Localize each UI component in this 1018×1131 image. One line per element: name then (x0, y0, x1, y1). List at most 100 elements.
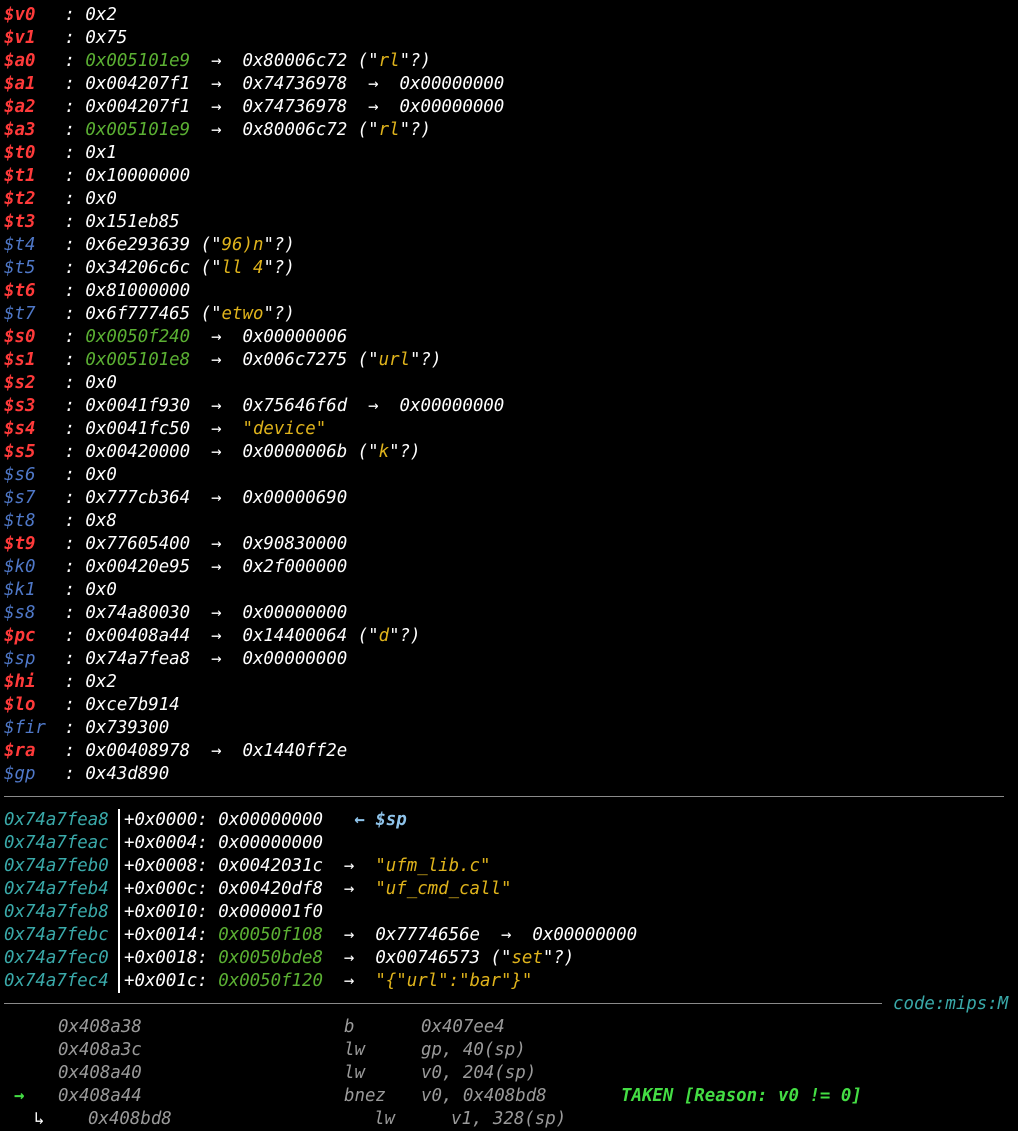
deref-value: 0x00000000 (399, 74, 505, 94)
register-name: $lo (4, 695, 36, 715)
instruction-address: 0x408a3c (58, 1040, 142, 1060)
register-value: 0x0041fc50 (85, 419, 191, 439)
deref-value: 0x00000000 (399, 396, 505, 416)
deref-arrow-icon: → (190, 741, 243, 761)
register-name: $s4 (4, 419, 36, 439)
register-value: 0x77605400 (85, 534, 191, 554)
deref-arrow-icon: → (190, 327, 243, 347)
deref-value: "device" (242, 419, 327, 439)
deref-arrow-icon: → (322, 925, 376, 945)
register-value: 0x739300 (85, 718, 170, 738)
string-preview: 96)n (221, 235, 264, 255)
stack-separator (4, 796, 1004, 797)
stack-offset: +0x001c: (124, 971, 208, 991)
string-preview: etwo (221, 304, 264, 324)
deref-arrow-icon: → (322, 971, 376, 991)
stack-offset: +0x0000: (124, 810, 208, 830)
register-name: $t2 (4, 189, 36, 209)
register-row: $gp : 0x43d890 (4, 764, 170, 784)
register-name: $s3 (4, 396, 36, 416)
deref-value: 0x0000006b (242, 442, 348, 462)
register-row: $a0 : 0x005101e9 → 0x80006c72 ("rl"?) (4, 51, 431, 71)
deref-arrow-icon: → (190, 488, 243, 508)
register-name: $sp (4, 649, 36, 669)
register-value: 0x00420000 (85, 442, 191, 462)
register-name: $s0 (4, 327, 36, 347)
stack-value: 0x0050f108 (218, 925, 323, 945)
register-row: $pc : 0x00408a44 → 0x14400064 ("d"?) (4, 626, 421, 646)
deref-value: 0x75646f6d (242, 396, 348, 416)
string-preview: rl (378, 51, 400, 71)
deref-value: 0x80006c72 (242, 120, 348, 140)
instruction-mnemonic: bnez (344, 1086, 386, 1106)
stack-value: 0x00000000 (218, 810, 323, 830)
register-name: $pc (4, 626, 36, 646)
instruction-mnemonic: lw (344, 1063, 365, 1083)
register-value: 0x777cb364 (85, 488, 191, 508)
register-name: $t9 (4, 534, 36, 554)
deref-value: 0x00000000 (532, 925, 638, 945)
stack-row: 0x74a7feb4 +0x000c: 0x00420df8 → "uf_cmd_… (4, 878, 511, 901)
register-name: $s1 (4, 350, 36, 370)
register-row: $a1 : 0x004207f1 → 0x74736978 → 0x000000… (4, 74, 505, 94)
register-value: 0x34206c6c (85, 258, 191, 278)
register-value: 0x75 (85, 28, 128, 48)
register-name: $s8 (4, 603, 36, 623)
register-value: 0x74a7fea8 (85, 649, 191, 669)
deref-value: 0x14400064 (242, 626, 348, 646)
register-row: $s0 : 0x0050f240 → 0x00000006 (4, 327, 348, 347)
stack-offset: +0x0010: (124, 902, 208, 922)
deref-arrow-icon: → (190, 442, 243, 462)
stack-offset: +0x0018: (124, 948, 208, 968)
deref-arrow-icon: → (322, 879, 376, 899)
register-row: $s3 : 0x0041f930 → 0x75646f6d → 0x000000… (4, 396, 505, 416)
deref-arrow-icon: → (190, 97, 243, 117)
register-row: $s2 : 0x0 (4, 373, 117, 393)
register-row: $s4 : 0x0041fc50 → "device" (4, 419, 327, 439)
deref-arrow-icon: → (190, 603, 243, 623)
string-preview: url (378, 350, 411, 370)
string-preview: d (378, 626, 390, 646)
deref-value: 0x1440ff2e (242, 741, 348, 761)
deref-arrow-icon: → (190, 626, 243, 646)
deref-arrow-icon: → (190, 419, 243, 439)
register-value: 0x005101e9 (85, 120, 191, 140)
register-row: $t6 : 0x81000000 (4, 281, 191, 301)
register-row: $k1 : 0x0 (4, 580, 117, 600)
register-value: 0x0 (85, 465, 117, 485)
deref-arrow-icon: → (347, 97, 400, 117)
register-name: $t3 (4, 212, 36, 232)
string-preview: set (511, 948, 543, 968)
register-name: $t7 (4, 304, 36, 324)
register-row: $t0 : 0x1 (4, 143, 117, 163)
register-name: $t1 (4, 166, 36, 186)
register-name: $fir (4, 718, 46, 738)
register-row: $t9 : 0x77605400 → 0x90830000 (4, 534, 348, 554)
instruction-address: 0x408a44 (58, 1086, 142, 1106)
register-value: 0x81000000 (85, 281, 191, 301)
code-context-label: code:mips:M (893, 994, 1009, 1014)
register-value: 0x6f777465 (85, 304, 191, 324)
stack-value: 0x0050f120 (218, 971, 323, 991)
stack-row: 0x74a7feac +0x0004: 0x00000000 (4, 832, 323, 855)
stack-row: 0x74a7fec4 +0x001c: 0x0050f120 → "{"url":… (4, 970, 532, 993)
deref-value: 0x7774656e (375, 925, 481, 945)
stack-address: 0x74a7fec4 (4, 971, 109, 991)
register-value: 0x004207f1 (85, 97, 191, 117)
stack-row: 0x74a7febc +0x0014: 0x0050f108 → 0x777465… (4, 924, 637, 947)
register-name: $k1 (4, 580, 36, 600)
register-row: $s5 : 0x00420000 → 0x0000006b ("k"?) (4, 442, 421, 462)
register-name: $gp (4, 764, 36, 784)
register-value: 0x151eb85 (85, 212, 180, 232)
deref-arrow-icon: → (322, 856, 376, 876)
deref-value: 0x00000690 (242, 488, 348, 508)
deref-value: 0x00000006 (242, 327, 348, 347)
register-value: 0x10000000 (85, 166, 191, 186)
deref-value: 0x00000000 (242, 603, 348, 623)
deref-arrow-icon: → (347, 396, 400, 416)
register-value: 0x0 (85, 189, 117, 209)
register-row: $t1 : 0x10000000 (4, 166, 191, 186)
register-row: $t3 : 0x151eb85 (4, 212, 180, 232)
deref-value: "{"url":"bar"}" (375, 971, 533, 991)
instruction-mnemonic: lw (374, 1109, 395, 1129)
